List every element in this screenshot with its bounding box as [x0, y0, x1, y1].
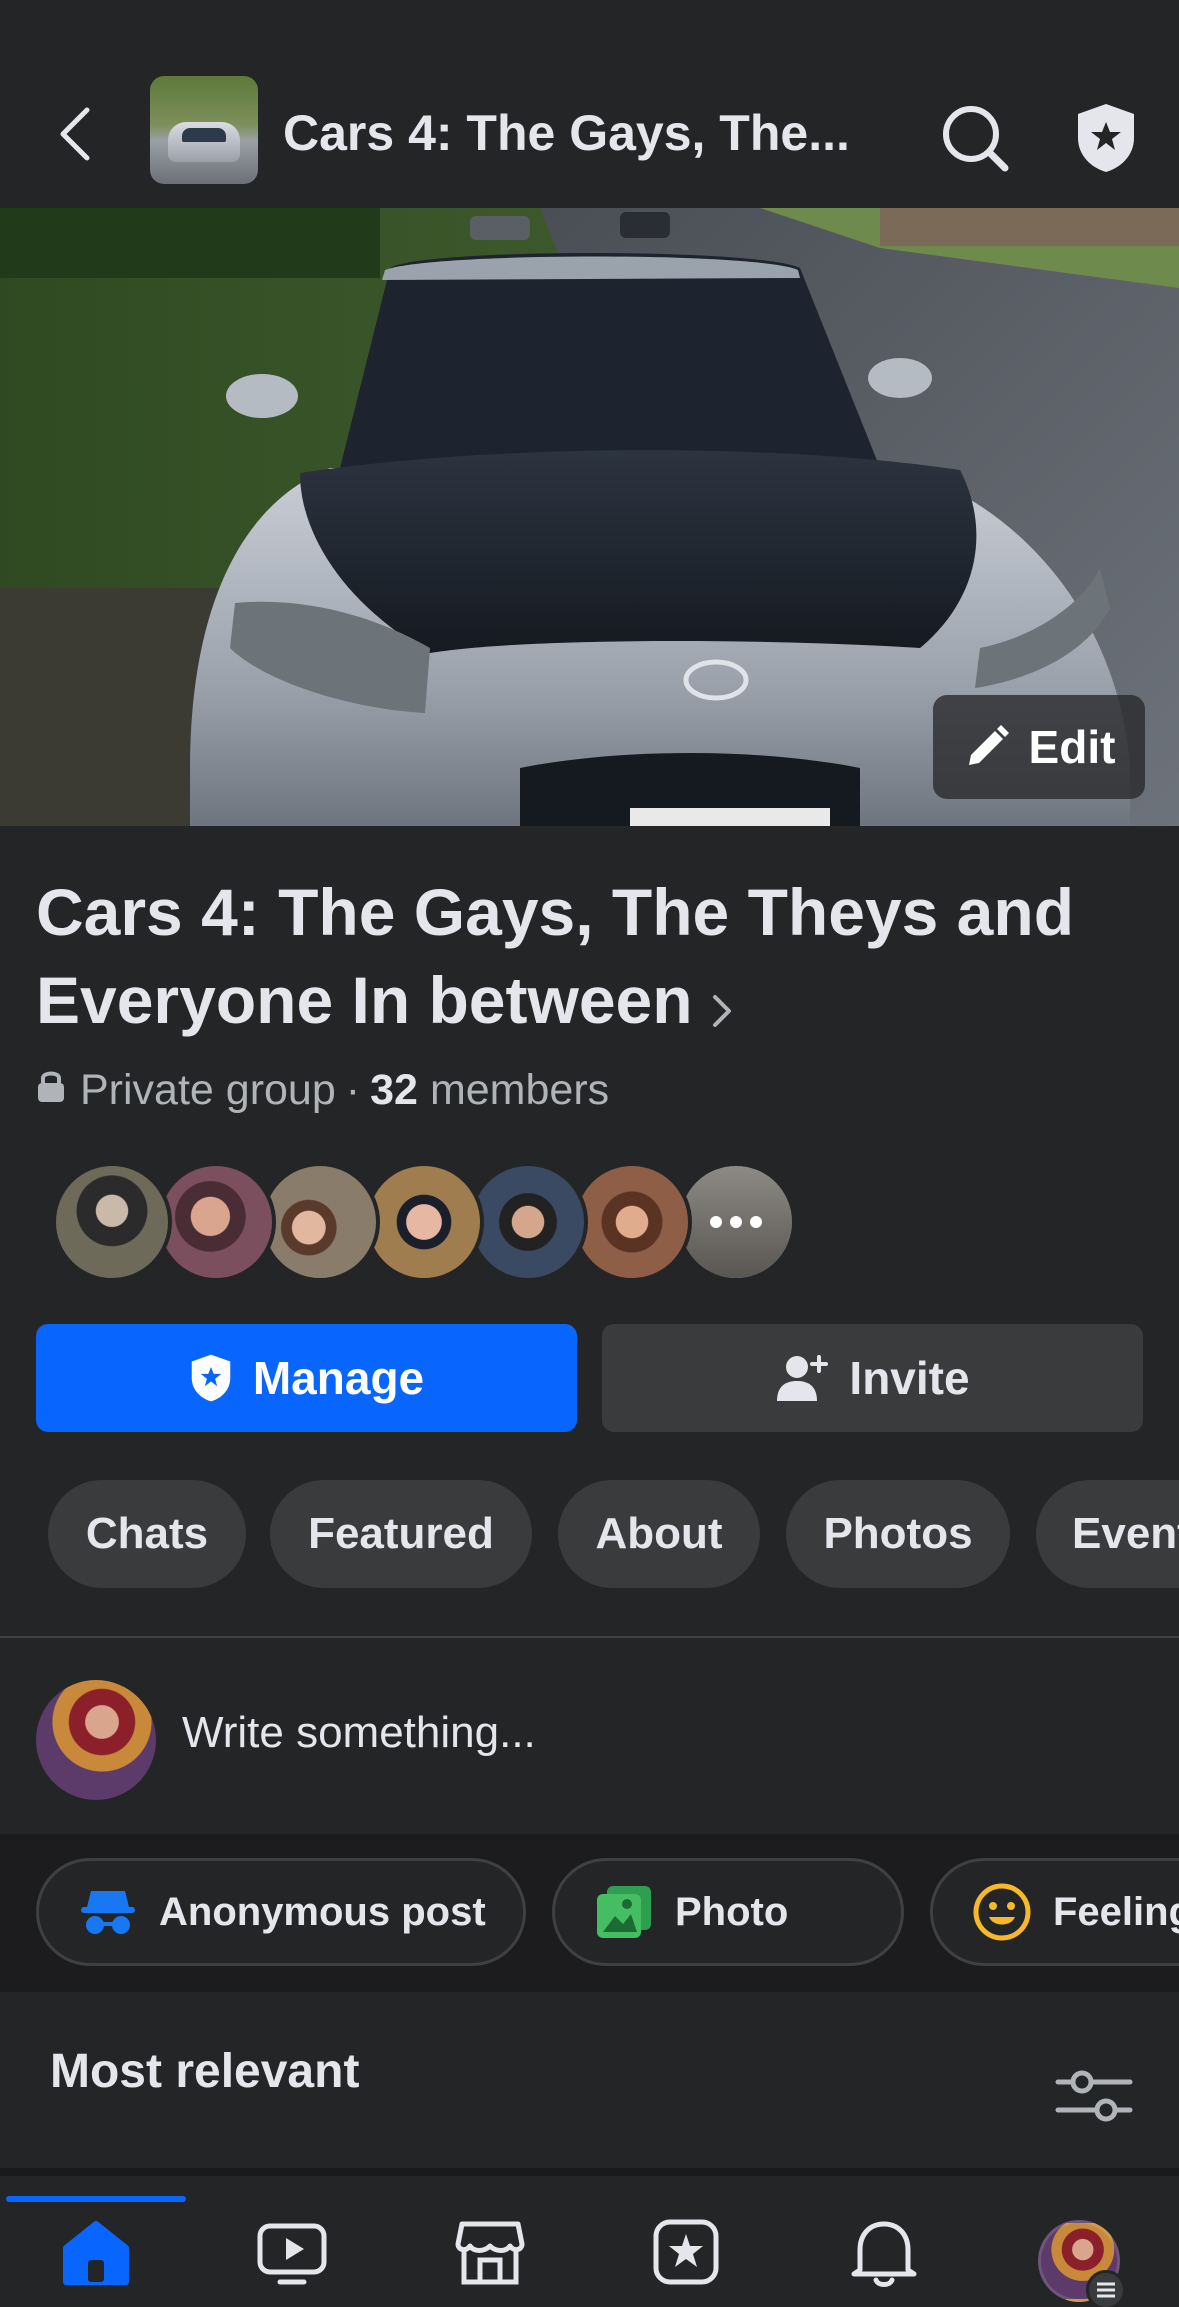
group-thumbnail[interactable] — [150, 76, 258, 184]
tab-photos[interactable]: Photos — [786, 1480, 1010, 1588]
nav-video[interactable] — [242, 2216, 342, 2306]
header-title[interactable]: Cars 4: The Gays, The... — [283, 98, 863, 168]
active-tab-indicator — [6, 2196, 186, 2202]
more-members-avatar[interactable] — [676, 1162, 796, 1282]
invite-button[interactable]: Invite — [602, 1324, 1143, 1432]
home-icon — [63, 2221, 129, 2285]
bell-icon — [851, 2221, 917, 2287]
member-avatar[interactable] — [364, 1162, 484, 1282]
group-name-text: Cars 4: The Gays, The Theys and Everyone… — [36, 875, 1075, 1037]
tab-events[interactable]: Events — [1036, 1480, 1179, 1588]
chevron-right-icon — [711, 962, 733, 1050]
write-something-input[interactable]: Write something... — [182, 1708, 536, 1758]
admin-tools-button[interactable] — [1066, 98, 1146, 178]
bottom-nav — [0, 2176, 1179, 2307]
nav-feeds[interactable] — [636, 2216, 736, 2306]
nav-notifications[interactable] — [834, 2216, 934, 2306]
current-user-avatar[interactable] — [36, 1680, 156, 1800]
group-privacy-info: Private group · 32 members — [36, 1060, 609, 1120]
back-button[interactable] — [45, 96, 105, 172]
shield-star-icon — [191, 1354, 231, 1402]
member-avatar[interactable] — [572, 1162, 692, 1282]
manage-label: Manage — [252, 1352, 425, 1404]
group-name[interactable]: Cars 4: The Gays, The Theys and Everyone… — [36, 868, 1156, 1050]
more-icon — [680, 1166, 792, 1278]
photo-icon — [597, 1886, 651, 1938]
feeds-icon — [653, 2219, 719, 2285]
tab-chats[interactable]: Chats — [48, 1480, 246, 1588]
feeling-button[interactable]: Feeling — [930, 1858, 1179, 1966]
nav-marketplace[interactable] — [440, 2216, 540, 2306]
member-avatar[interactable] — [156, 1162, 276, 1282]
tab-about[interactable]: About — [558, 1480, 760, 1588]
member-avatar[interactable] — [52, 1162, 172, 1282]
post-actions-bar: Anonymous post Photo Feeling — [0, 1834, 1179, 1992]
chevron-left-icon — [60, 107, 90, 161]
tab-featured[interactable]: Featured — [270, 1480, 532, 1588]
divider — [0, 2168, 1179, 2176]
add-person-icon — [777, 1355, 829, 1401]
member-count[interactable]: 32 — [370, 1066, 418, 1115]
member-avatar[interactable] — [260, 1162, 380, 1282]
post-composer[interactable]: Write something... — [0, 1638, 1179, 1834]
separator-dot: · — [345, 1065, 361, 1114]
feed-sort-row: Most relevant — [0, 1992, 1179, 2168]
filter-sliders-icon[interactable] — [1054, 2066, 1134, 2126]
anonymous-post-button[interactable]: Anonymous post — [36, 1858, 526, 1966]
edit-cover-button[interactable]: Edit — [933, 695, 1145, 799]
shield-star-icon — [1078, 104, 1134, 172]
nav-home[interactable] — [46, 2216, 146, 2306]
search-button[interactable] — [935, 98, 1015, 178]
incognito-icon — [81, 1891, 135, 1934]
sort-label[interactable]: Most relevant — [50, 2044, 359, 2099]
invite-label: Invite — [849, 1352, 970, 1404]
pencil-icon — [968, 725, 1009, 765]
smiley-icon — [973, 1883, 1031, 1941]
members-label[interactable]: members — [430, 1066, 609, 1115]
status-bar — [0, 0, 1179, 60]
manage-button[interactable]: Manage — [36, 1324, 577, 1432]
privacy-label: Private group — [80, 1065, 336, 1114]
photo-button[interactable]: Photo — [552, 1858, 904, 1966]
group-tabs: Chats Featured About Photos Events — [0, 1480, 1179, 1590]
edit-label: Edit — [1028, 721, 1116, 773]
video-icon — [257, 2223, 327, 2285]
member-avatar[interactable] — [468, 1162, 588, 1282]
lock-icon — [36, 1066, 66, 1115]
menu-icon[interactable] — [1086, 2270, 1126, 2307]
marketplace-icon — [455, 2221, 525, 2285]
search-icon — [943, 106, 1009, 172]
top-bar: Cars 4: The Gays, The... — [0, 60, 1179, 208]
